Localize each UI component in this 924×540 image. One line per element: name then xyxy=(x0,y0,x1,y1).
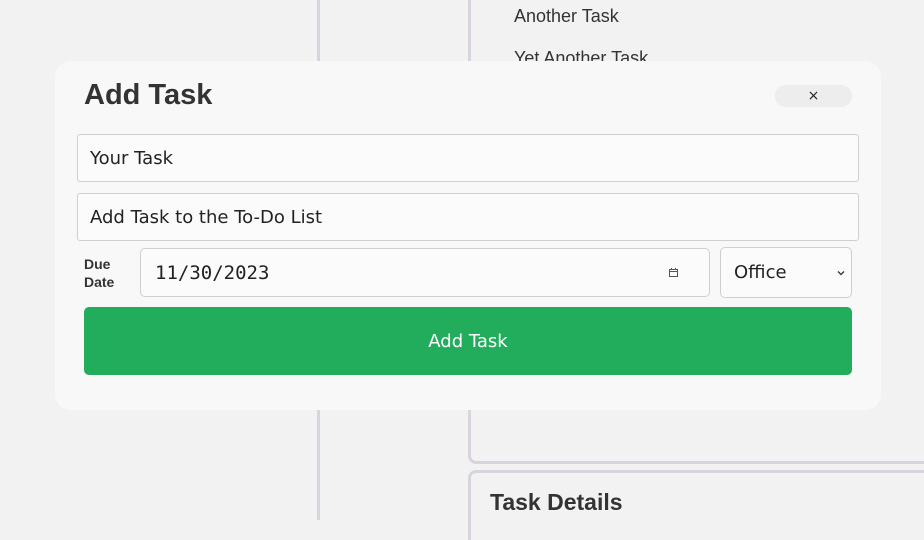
background-task-item[interactable]: Another Task xyxy=(514,6,619,27)
due-date-input[interactable]: 11/30/2023 xyxy=(140,248,710,297)
due-date-label: Due Date xyxy=(84,256,115,290)
add-task-button[interactable]: Add Task xyxy=(84,307,852,375)
modal-title: Add Task xyxy=(84,79,213,111)
close-button[interactable]: × xyxy=(775,85,852,107)
due-date-value: 11/30/2023 xyxy=(155,261,270,284)
add-task-modal: Add Task × Due Date 11/30/2023 Office Ad… xyxy=(55,61,881,410)
task-details-title: Task Details xyxy=(490,489,623,515)
category-select[interactable]: Office xyxy=(720,247,852,298)
chevron-down-icon xyxy=(837,269,845,277)
task-name-input[interactable] xyxy=(77,134,859,182)
calendar-icon[interactable] xyxy=(668,267,679,278)
category-value: Office xyxy=(734,262,787,283)
task-description-input[interactable] xyxy=(77,193,859,241)
close-icon: × xyxy=(807,88,820,104)
